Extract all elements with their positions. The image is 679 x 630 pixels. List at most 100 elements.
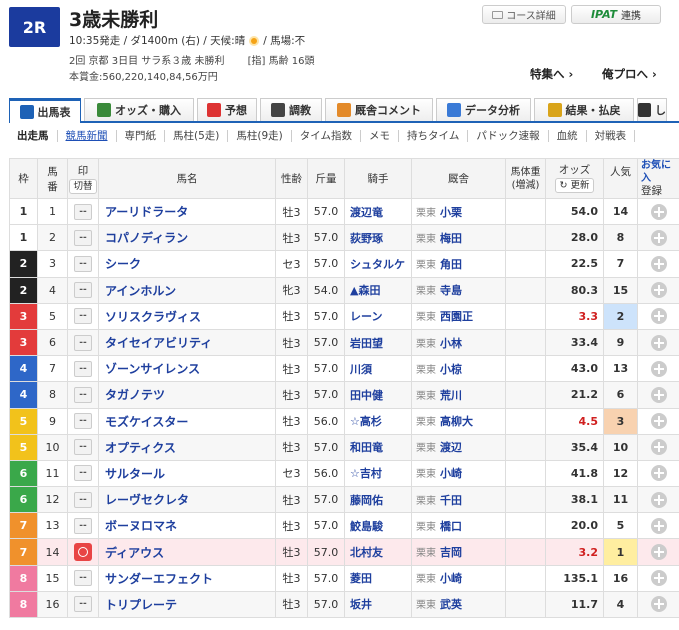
add-favorite-icon[interactable] xyxy=(650,229,667,246)
add-favorite-icon[interactable] xyxy=(650,596,667,613)
trainer-link[interactable]: 角田 xyxy=(440,258,462,271)
mark-select[interactable]: -- xyxy=(74,596,92,613)
sub-tab-7[interactable]: メモ xyxy=(361,130,400,142)
jockey-link[interactable]: 川須 xyxy=(344,355,412,383)
mark-select[interactable]: -- xyxy=(74,517,92,534)
horse-name-link[interactable]: アーリドラータ xyxy=(98,197,276,226)
main-tab-7[interactable]: 結果・払戻 xyxy=(534,98,634,121)
sub-tab-4[interactable]: 馬柱(5走) xyxy=(165,130,229,142)
main-tab-4[interactable]: 調教 xyxy=(260,98,322,121)
ore-pro-link[interactable]: 俺プロへ › xyxy=(602,66,657,82)
jockey-link[interactable]: 渡辺竜 xyxy=(344,197,412,226)
jockey-link[interactable]: 坂井 xyxy=(344,590,412,619)
trainer-link[interactable]: 梅田 xyxy=(440,232,462,245)
main-tab-2[interactable]: オッズ・購入 xyxy=(84,98,194,121)
jockey-link[interactable]: ▲森田 xyxy=(344,276,412,304)
horse-name-link[interactable]: オプティクス xyxy=(98,433,276,461)
sub-tab-8[interactable]: 持ちタイム xyxy=(399,130,469,142)
add-favorite-icon[interactable] xyxy=(650,386,667,403)
sub-tab-11[interactable]: 対戦表 xyxy=(587,130,636,142)
course-detail-button[interactable]: コース詳細 xyxy=(482,5,566,24)
jockey-link[interactable]: 北村友 xyxy=(344,538,412,566)
sub-tab-3[interactable]: 専門紙 xyxy=(117,130,165,142)
add-favorite-icon[interactable] xyxy=(650,255,667,272)
jockey-link[interactable]: 田中健 xyxy=(344,381,412,409)
horse-name-link[interactable]: モズケイスター xyxy=(98,407,276,435)
horse-name-link[interactable]: アインホルン xyxy=(98,276,276,304)
add-favorite-icon[interactable] xyxy=(650,517,667,534)
add-favorite-icon[interactable] xyxy=(650,203,667,220)
horse-name-link[interactable]: サンダーエフェクト xyxy=(98,564,276,592)
mark-select[interactable]: -- xyxy=(74,360,92,377)
trainer-link[interactable]: 高柳大 xyxy=(440,415,473,428)
jockey-link[interactable]: ☆吉村 xyxy=(344,459,412,488)
sub-tab-9[interactable]: パドック速報 xyxy=(468,130,549,142)
horse-name-link[interactable]: トリプレーテ xyxy=(98,590,276,619)
jockey-link[interactable]: シュタルケ xyxy=(344,250,412,278)
mark-select[interactable]: -- xyxy=(74,334,92,351)
main-tab-5[interactable]: 厩舎コメント xyxy=(325,98,433,121)
add-favorite-icon[interactable] xyxy=(650,282,667,299)
sub-tab-1[interactable]: 出走馬 xyxy=(9,130,58,142)
mark-select[interactable]: -- xyxy=(74,255,92,272)
trainer-link[interactable]: 小林 xyxy=(440,337,462,350)
main-tab-3[interactable]: 予想 xyxy=(197,98,257,121)
mark-select[interactable]: -- xyxy=(74,229,92,246)
trainer-link[interactable]: 小椋 xyxy=(440,363,462,376)
mark-select[interactable]: -- xyxy=(74,491,92,508)
jockey-link[interactable]: 岩田望 xyxy=(344,328,412,357)
mark-select[interactable]: -- xyxy=(74,386,92,403)
trainer-link[interactable]: 荒川 xyxy=(440,389,462,402)
horse-name-link[interactable]: シーク xyxy=(98,250,276,278)
jockey-link[interactable]: 菱田 xyxy=(344,564,412,592)
jockey-link[interactable]: 和田竜 xyxy=(344,433,412,461)
horse-name-link[interactable]: タイセイアビリティ xyxy=(98,328,276,357)
horse-name-link[interactable]: ボーヌロマネ xyxy=(98,512,276,540)
sub-tab-5[interactable]: 馬柱(9走) xyxy=(228,130,292,142)
add-favorite-icon[interactable] xyxy=(650,491,667,508)
mark-select[interactable]: -- xyxy=(74,203,92,220)
special-feature-link[interactable]: 特集へ › xyxy=(530,66,573,82)
trainer-link[interactable]: 小崎 xyxy=(440,467,462,480)
trainer-link[interactable]: 小栗 xyxy=(440,206,462,219)
add-favorite-icon[interactable] xyxy=(650,465,667,482)
add-favorite-icon[interactable] xyxy=(650,308,667,325)
trainer-link[interactable]: 西園正 xyxy=(440,310,473,323)
horse-name-link[interactable]: コパノディラン xyxy=(98,224,276,252)
horse-name-link[interactable]: ソリスクラヴィス xyxy=(98,302,276,330)
sub-tab-6[interactable]: タイム指数 xyxy=(292,130,362,142)
favorite-link[interactable]: お気に入 xyxy=(641,160,671,184)
add-favorite-icon[interactable] xyxy=(650,439,667,456)
jockey-link[interactable]: ☆高杉 xyxy=(344,407,412,435)
add-favorite-icon[interactable] xyxy=(650,334,667,351)
sub-tab-10[interactable]: 血統 xyxy=(549,130,587,142)
odds-refresh-button[interactable]: ↻ 更新 xyxy=(555,178,594,193)
horse-name-link[interactable]: タガノテツ xyxy=(98,381,276,409)
sub-tab-2[interactable]: 競馬新聞 xyxy=(58,130,117,142)
trainer-link[interactable]: 寺島 xyxy=(440,284,462,297)
main-tab-8[interactable]: し xyxy=(637,98,667,121)
trainer-link[interactable]: 吉岡 xyxy=(440,546,462,559)
trainer-link[interactable]: 武英 xyxy=(440,598,462,611)
mark-select[interactable]: -- xyxy=(74,413,92,430)
mark-select[interactable]: -- xyxy=(74,439,92,456)
horse-name-link[interactable]: ゾーンサイレンス xyxy=(98,355,276,383)
add-favorite-icon[interactable] xyxy=(650,413,667,430)
add-favorite-icon[interactable] xyxy=(650,544,667,561)
jockey-link[interactable]: 藤岡佑 xyxy=(344,486,412,514)
jockey-link[interactable]: 鮫島駿 xyxy=(344,512,412,540)
horse-name-link[interactable]: サルタール xyxy=(98,459,276,488)
ipat-link-button[interactable]: IPAT 連携 xyxy=(571,5,661,24)
mark-select[interactable]: -- xyxy=(74,282,92,299)
add-favorite-icon[interactable] xyxy=(650,360,667,377)
mark-select[interactable]: -- xyxy=(74,570,92,587)
mark-select[interactable]: -- xyxy=(74,465,92,482)
add-favorite-icon[interactable] xyxy=(650,570,667,587)
horse-name-link[interactable]: ディアウス xyxy=(98,538,276,566)
main-tab-1[interactable]: 出馬表 xyxy=(9,98,81,123)
jockey-link[interactable]: 荻野琢 xyxy=(344,224,412,252)
trainer-link[interactable]: 千田 xyxy=(440,494,462,507)
trainer-link[interactable]: 小崎 xyxy=(440,572,462,585)
mark-select[interactable]: -- xyxy=(74,308,92,325)
trainer-link[interactable]: 渡辺 xyxy=(440,441,462,454)
